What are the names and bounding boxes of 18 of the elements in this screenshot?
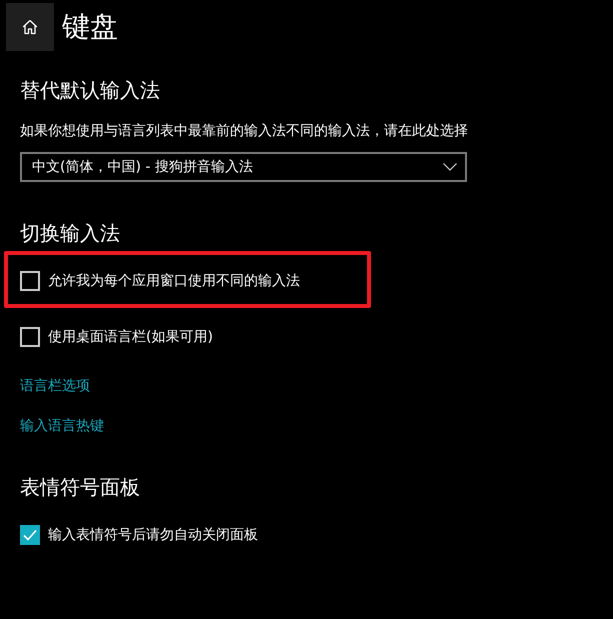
- section-heading: 切换输入法: [20, 220, 120, 246]
- section-heading: 表情符号面板: [20, 474, 140, 500]
- checkbox-label: 使用桌面语言栏(如果可用): [48, 328, 213, 347]
- link[interactable]: 语言栏选项: [20, 376, 90, 396]
- home-icon: [22, 19, 38, 35]
- link[interactable]: 输入语言热键: [20, 416, 104, 436]
- checkmark-icon: [23, 529, 37, 541]
- dropdown[interactable]: 中文(简体，中国) - 搜狗拼音输入法: [20, 152, 467, 182]
- description-text: 如果你想使用与语言列表中最靠前的输入法不同的输入法，请在此处选择: [20, 122, 468, 140]
- checkbox-label: 输入表情符号后请勿自动关闭面板: [48, 526, 258, 545]
- section-heading: 替代默认输入法: [20, 77, 160, 103]
- checkbox[interactable]: [20, 271, 40, 291]
- home-button[interactable]: [6, 3, 54, 51]
- checkbox[interactable]: [20, 525, 40, 545]
- page-title: 键盘: [62, 9, 118, 45]
- chevron-down-icon: [443, 163, 457, 171]
- checkbox[interactable]: [20, 327, 40, 347]
- checkbox-label: 允许我为每个应用窗口使用不同的输入法: [48, 272, 300, 291]
